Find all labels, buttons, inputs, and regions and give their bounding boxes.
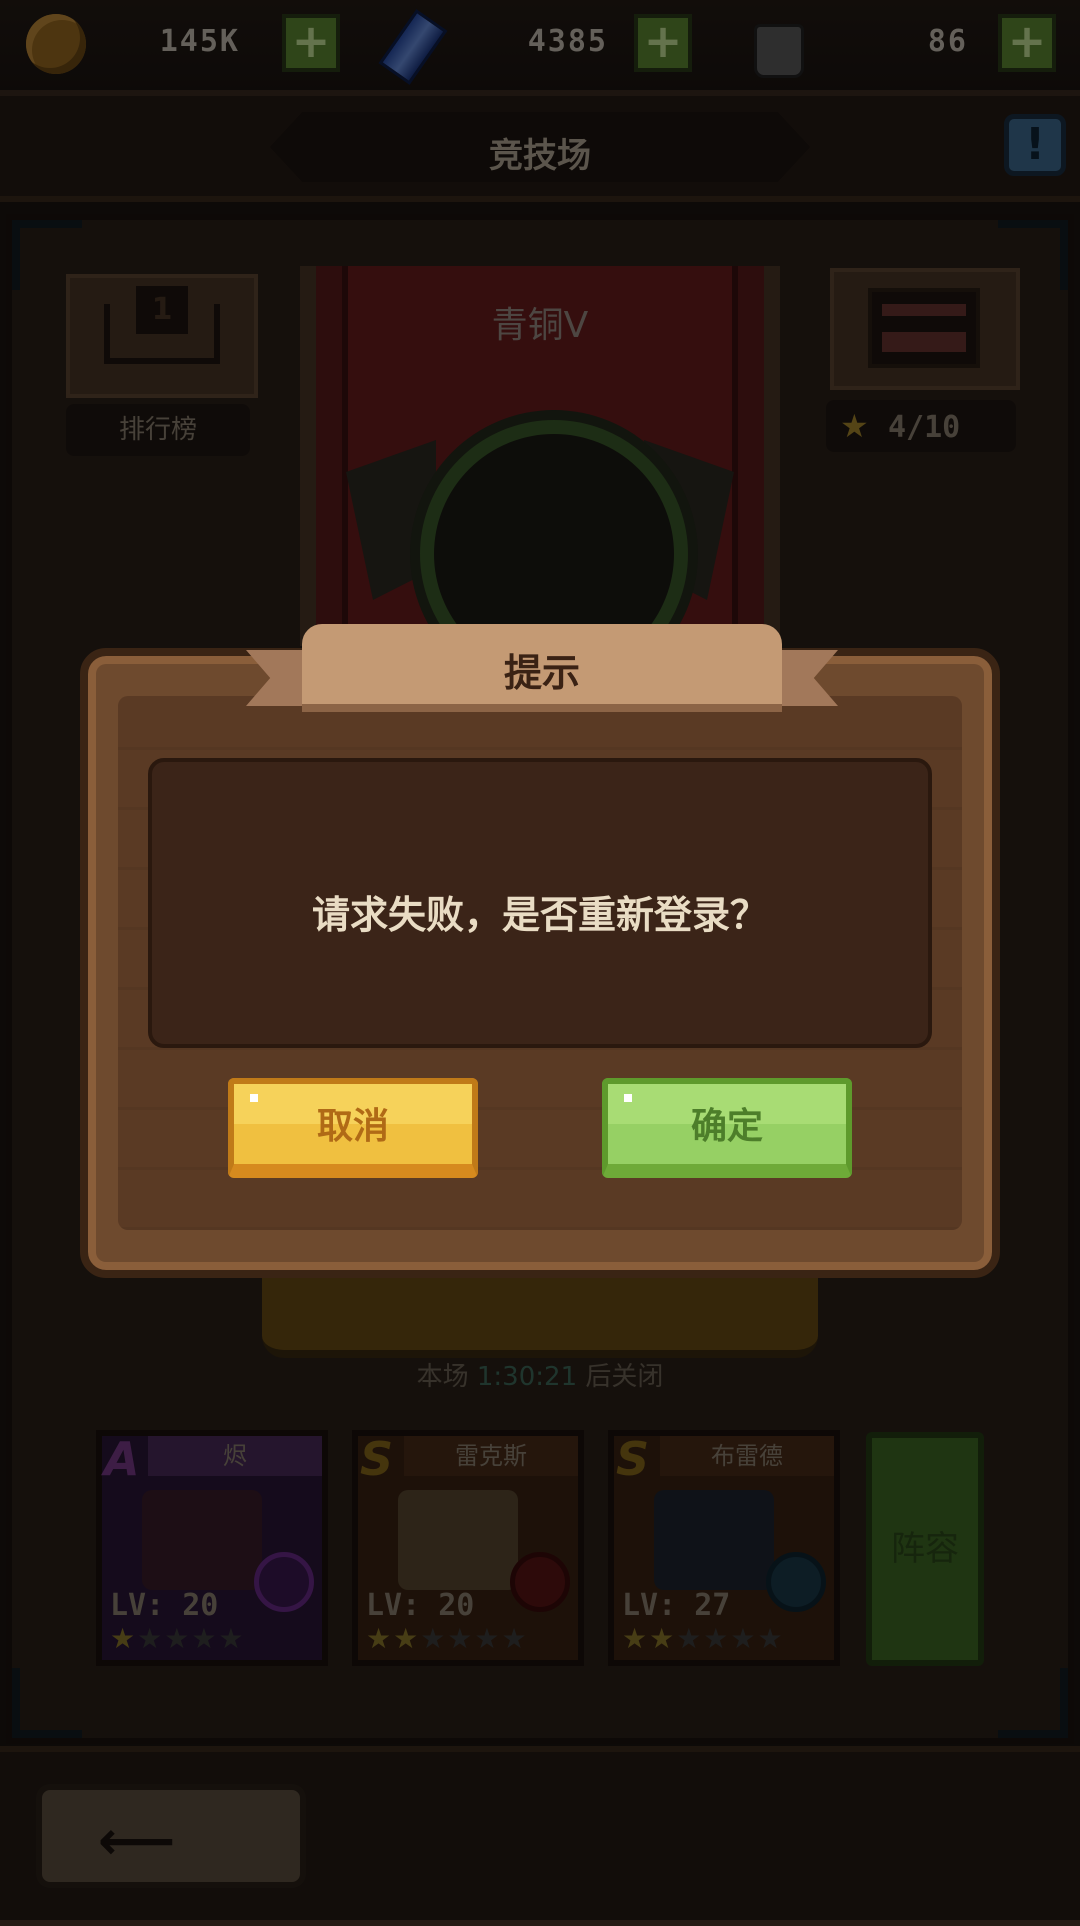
ribbon-body: 提示 [302, 624, 782, 712]
dialog-message: 请求失败，是否重新登录？ [311, 893, 768, 937]
dialog-message-panel: 请求失败，是否重新登录？ [148, 758, 932, 1048]
confirm-button[interactable]: 确定 [602, 1078, 852, 1178]
button-glint [624, 1094, 632, 1102]
dialog-title: 提示 [503, 651, 580, 695]
button-glint [250, 1094, 258, 1102]
confirm-label: 确定 [690, 1106, 763, 1147]
dialog-title-ribbon: 提示 [246, 616, 838, 712]
cancel-button[interactable]: 取消 [228, 1078, 478, 1178]
cancel-label: 取消 [316, 1106, 389, 1147]
